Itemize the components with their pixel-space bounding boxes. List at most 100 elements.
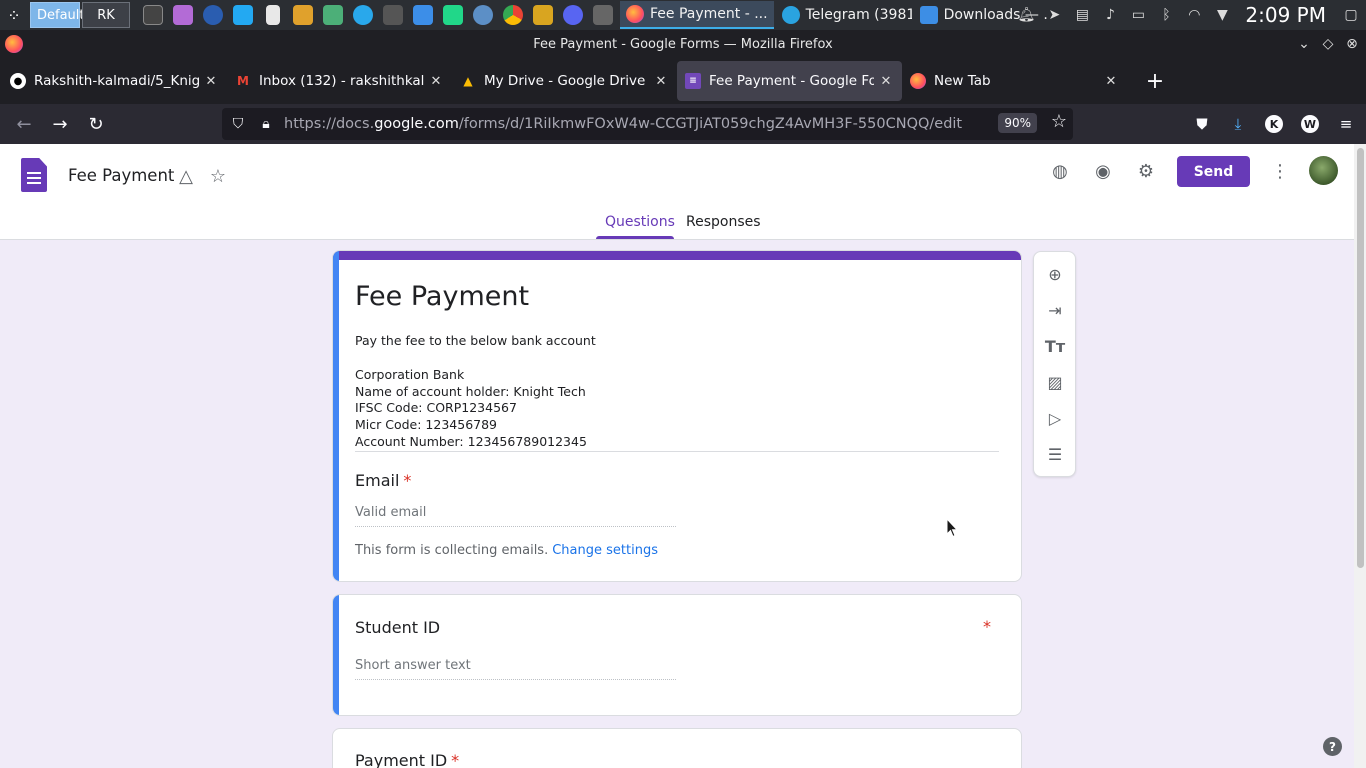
bookmark-star-icon[interactable]: ☆ bbox=[1051, 111, 1067, 132]
url-text[interactable]: https://docs.google.com/forms/d/1RiIkmwF… bbox=[284, 116, 962, 132]
zoom-indicator[interactable]: 90% bbox=[998, 113, 1037, 133]
form-header-card[interactable]: Fee Payment Pay the fee to the below ban… bbox=[332, 250, 1022, 582]
notification-icon[interactable]: 🔔︎ bbox=[1017, 6, 1036, 24]
form-description-line[interactable]: Corporation Bank bbox=[355, 367, 464, 382]
bluetooth-icon[interactable]: ᛒ bbox=[1157, 6, 1175, 24]
minimize-icon[interactable]: ⌄ bbox=[1294, 34, 1314, 54]
form-description-line[interactable]: IFSC Code: CORP1234567 bbox=[355, 400, 517, 415]
extension-k-icon[interactable]: K bbox=[1260, 110, 1288, 138]
short-answer-field: Short answer text bbox=[355, 658, 676, 680]
preview-eye-icon[interactable]: ◉ bbox=[1091, 159, 1115, 183]
back-button[interactable]: ← bbox=[6, 108, 42, 140]
avatar[interactable] bbox=[1309, 156, 1338, 185]
form-description-intro[interactable]: Pay the fee to the below bank account bbox=[355, 333, 596, 348]
add-question-icon[interactable]: ⊕ bbox=[1044, 263, 1066, 285]
question-title[interactable]: Payment ID * bbox=[355, 751, 459, 768]
tab-github[interactable]: ● Rakshith-kalmadi/5_Knight ✕ bbox=[2, 61, 227, 101]
email-collection-note: This form is collecting emails. Change se… bbox=[355, 543, 658, 558]
discord-icon[interactable] bbox=[558, 0, 588, 30]
tab-responses[interactable]: Responses bbox=[686, 214, 761, 230]
tab-label: Fee Payment - Google Form bbox=[709, 73, 874, 89]
app-menu-icon[interactable]: ≡ bbox=[1332, 110, 1360, 138]
text-editor-icon[interactable] bbox=[258, 0, 288, 30]
package-icon[interactable] bbox=[288, 0, 318, 30]
add-section-icon[interactable]: ☰ bbox=[1044, 443, 1066, 465]
tab-gmail[interactable]: M Inbox (132) - rakshithkalma ✕ bbox=[227, 61, 452, 101]
app-launcher-icon[interactable]: ⁘ bbox=[0, 0, 28, 30]
help-icon[interactable]: ? bbox=[1323, 737, 1342, 756]
vscode-icon[interactable] bbox=[228, 0, 258, 30]
close-tab-icon[interactable]: ✕ bbox=[878, 73, 894, 89]
reload-button[interactable]: ↻ bbox=[78, 108, 114, 140]
pycharm-icon[interactable] bbox=[438, 0, 468, 30]
form-description-line[interactable]: Micr Code: 123456789 bbox=[355, 417, 497, 432]
clipboard-icon[interactable]: ▤ bbox=[1073, 6, 1091, 24]
pocket-icon[interactable]: ⛊ bbox=[1188, 110, 1216, 138]
extension-w-icon[interactable]: W bbox=[1296, 110, 1324, 138]
scrollbar-thumb[interactable] bbox=[1357, 148, 1364, 568]
browser-icon[interactable] bbox=[348, 0, 378, 30]
tab-drive[interactable]: ▲ My Drive - Google Drive ✕ bbox=[452, 61, 677, 101]
terminal-icon[interactable] bbox=[138, 0, 168, 30]
palette-icon[interactable]: ◍ bbox=[1048, 159, 1072, 183]
form-title[interactable]: Fee Payment bbox=[355, 281, 529, 312]
image-viewer-icon[interactable] bbox=[318, 0, 348, 30]
volume-icon[interactable]: ♪ bbox=[1101, 6, 1119, 24]
close-tab-icon[interactable]: ✕ bbox=[203, 73, 219, 89]
forward-button[interactable]: → bbox=[42, 108, 78, 140]
tray-expand-icon[interactable]: ▼ bbox=[1213, 6, 1231, 24]
settings-gear-icon[interactable]: ⚙ bbox=[1134, 159, 1158, 183]
page-scrollbar[interactable] bbox=[1354, 144, 1366, 768]
clock[interactable]: 2:09 PM bbox=[1245, 3, 1326, 27]
tab-questions[interactable]: Questions bbox=[605, 214, 675, 230]
system-monitor-icon[interactable] bbox=[378, 0, 408, 30]
task-firefox[interactable]: Fee Payment - ... bbox=[620, 1, 774, 29]
question-title[interactable]: Student ID bbox=[355, 618, 440, 637]
tab-newtab[interactable]: New Tab ✕ bbox=[902, 61, 1127, 101]
maximize-icon[interactable]: ◇ bbox=[1318, 34, 1338, 54]
change-settings-link[interactable]: Change settings bbox=[552, 543, 658, 558]
send-button[interactable]: Send bbox=[1177, 156, 1250, 187]
close-window-icon[interactable]: ⊗ bbox=[1342, 34, 1362, 54]
card-selected-indicator bbox=[333, 251, 339, 581]
form-description-line[interactable]: Name of account holder: Knight Tech bbox=[355, 384, 586, 399]
add-title-icon[interactable]: Tт bbox=[1044, 335, 1066, 357]
close-tab-icon[interactable]: ✕ bbox=[1103, 73, 1119, 89]
mouse-cursor-icon bbox=[946, 518, 958, 538]
downloads-icon[interactable]: ⤓ bbox=[1224, 110, 1252, 138]
task-telegram[interactable]: Telegram (3981) bbox=[776, 1, 912, 29]
star-icon[interactable]: ☆ bbox=[206, 164, 230, 188]
import-questions-icon[interactable]: ⇥ bbox=[1044, 299, 1066, 321]
new-tab-button[interactable]: + bbox=[1135, 61, 1175, 101]
more-vert-icon[interactable]: ⋮ bbox=[1268, 159, 1292, 183]
download-manager-icon[interactable] bbox=[408, 0, 438, 30]
window-titlebar: Fee Payment - Google Forms — Mozilla Fir… bbox=[0, 30, 1366, 58]
video-editor-icon[interactable] bbox=[168, 0, 198, 30]
chrome-icon[interactable] bbox=[498, 0, 528, 30]
forms-logo-icon[interactable] bbox=[21, 158, 47, 192]
writer-icon[interactable] bbox=[198, 0, 228, 30]
url-bar[interactable]: ⛉ 🔒︎ https://docs.google.com/forms/d/1Ri… bbox=[222, 108, 1073, 140]
workspace-default[interactable]: Default bbox=[30, 2, 85, 28]
show-desktop-icon[interactable]: ▢ bbox=[1342, 6, 1360, 24]
wifi-icon[interactable]: ◠ bbox=[1185, 6, 1203, 24]
network-icon[interactable] bbox=[468, 0, 498, 30]
add-image-icon[interactable]: ▨ bbox=[1044, 371, 1066, 393]
tab-forms[interactable]: ≡ Fee Payment - Google Form ✕ bbox=[677, 61, 902, 101]
question-card-student-id[interactable]: Student ID * Short answer text bbox=[332, 594, 1022, 716]
close-tab-icon[interactable]: ✕ bbox=[653, 73, 669, 89]
lock-icon[interactable]: 🔒︎ bbox=[254, 112, 278, 136]
kdeconnect-icon[interactable] bbox=[588, 0, 618, 30]
git-icon[interactable] bbox=[528, 0, 558, 30]
question-card-payment-id[interactable]: Payment ID * bbox=[332, 728, 1022, 768]
close-tab-icon[interactable]: ✕ bbox=[428, 73, 444, 89]
form-name[interactable]: Fee Payment bbox=[68, 166, 174, 185]
telegram-tray-icon[interactable]: ➤ bbox=[1045, 6, 1063, 24]
move-to-folder-icon[interactable]: △ bbox=[174, 164, 198, 188]
add-video-icon[interactable]: ▷ bbox=[1044, 407, 1066, 429]
form-description-line[interactable]: Account Number: 123456789012345 bbox=[355, 434, 587, 449]
workspace-rk[interactable]: RK bbox=[82, 2, 130, 28]
tracking-shield-icon[interactable]: ⛉ bbox=[226, 112, 250, 136]
card-accent-top bbox=[333, 251, 1021, 260]
battery-icon[interactable]: ▭ bbox=[1129, 6, 1147, 24]
